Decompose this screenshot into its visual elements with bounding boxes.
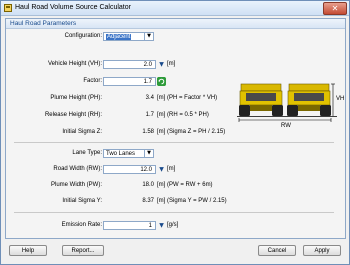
vh-label: VH [336,96,344,102]
apply-button[interactable]: Apply [303,245,341,256]
chevron-down-icon: ▼ [144,150,153,157]
close-button[interactable]: ✕ [323,2,347,15]
initial-sigma-z-label: Initial Sigma Z: [62,129,102,135]
vehicle-height-unit: [m] [167,61,176,67]
panel-header: Haul Road Parameters [6,19,345,29]
lane-type-value: Two Lanes [106,151,136,157]
road-width-label: Road Width (RW): [53,166,102,172]
emission-rate-label: Emission Rate: [61,222,102,228]
window-title: Haul Road Volume Source Calculator [15,4,131,11]
configuration-label: Configuration: [64,33,102,39]
initial-sigma-y-formula: [m] (Sigma Y = PW / 2.15) [157,198,227,204]
release-height-label: Release Height (RH): [44,112,102,118]
lane-type-select[interactable]: Two Lanes ▼ [103,149,154,158]
road-width-spin-icon[interactable]: ▼ [158,165,165,174]
emission-rate-input[interactable]: 1 [103,221,156,230]
initial-sigma-y-label: Initial Sigma Y: [62,198,102,204]
road-width-input[interactable]: 12.0 [103,165,156,174]
vehicle-height-spin-icon[interactable]: ▼ [158,60,165,69]
separator [14,142,334,143]
configuration-select[interactable]: Adjacent ▼ [103,32,154,41]
factor-label: Factor: [83,78,102,84]
calculator-window: Haul Road Volume Source Calculator ✕ Hau… [0,0,350,265]
app-icon [4,4,12,12]
panel-title: Haul Road Parameters [10,20,77,27]
report-button[interactable]: Report... [62,245,104,256]
release-height-formula: [m] (RH = 0.5 * PH) [157,112,209,118]
plume-width-label: Plume Width (PW): [50,182,102,188]
initial-sigma-z-formula: [m] (Sigma Z = PH / 2.15) [157,129,226,135]
road-width-unit: [m] [167,166,176,172]
truck-left-icon [239,83,283,116]
factor-input[interactable]: 1.7 [103,77,156,86]
emission-rate-unit: [g/s] [167,222,179,228]
refresh-icon[interactable] [157,77,166,86]
haul-road-parameters-panel: Haul Road Parameters Configuration: Adja… [5,18,346,239]
emission-rate-spin-icon[interactable]: ▼ [158,221,165,230]
cancel-button[interactable]: Cancel [258,245,296,256]
initial-sigma-y-value: 8.37 [142,198,154,204]
chevron-down-icon: ▼ [144,33,153,40]
plume-height-label: Plume Height (PH): [50,95,102,101]
title-bar: Haul Road Volume Source Calculator ✕ [1,1,349,16]
plume-width-value: 18.0 [142,182,154,188]
vehicle-height-input[interactable]: 2.0 [103,60,156,69]
configuration-value: Adjacent [106,34,132,40]
truck-right-icon [287,83,331,116]
plume-height-value: 3.4 [145,95,154,101]
separator [14,212,334,213]
rw-label: RW [281,123,291,128]
lane-type-label: Lane Type: [72,150,102,156]
initial-sigma-z-value: 1.58 [142,129,154,135]
vehicle-height-label: Vehicle Height (VH): [47,61,102,67]
release-height-value: 1.7 [145,112,154,118]
haul-road-diagram: VH RW [237,83,344,128]
plume-width-formula: [m] (PW = RW + 6m) [157,182,213,188]
plume-height-formula: [m] (PH = Factor * VH) [157,95,218,101]
help-button[interactable]: Help [9,245,47,256]
